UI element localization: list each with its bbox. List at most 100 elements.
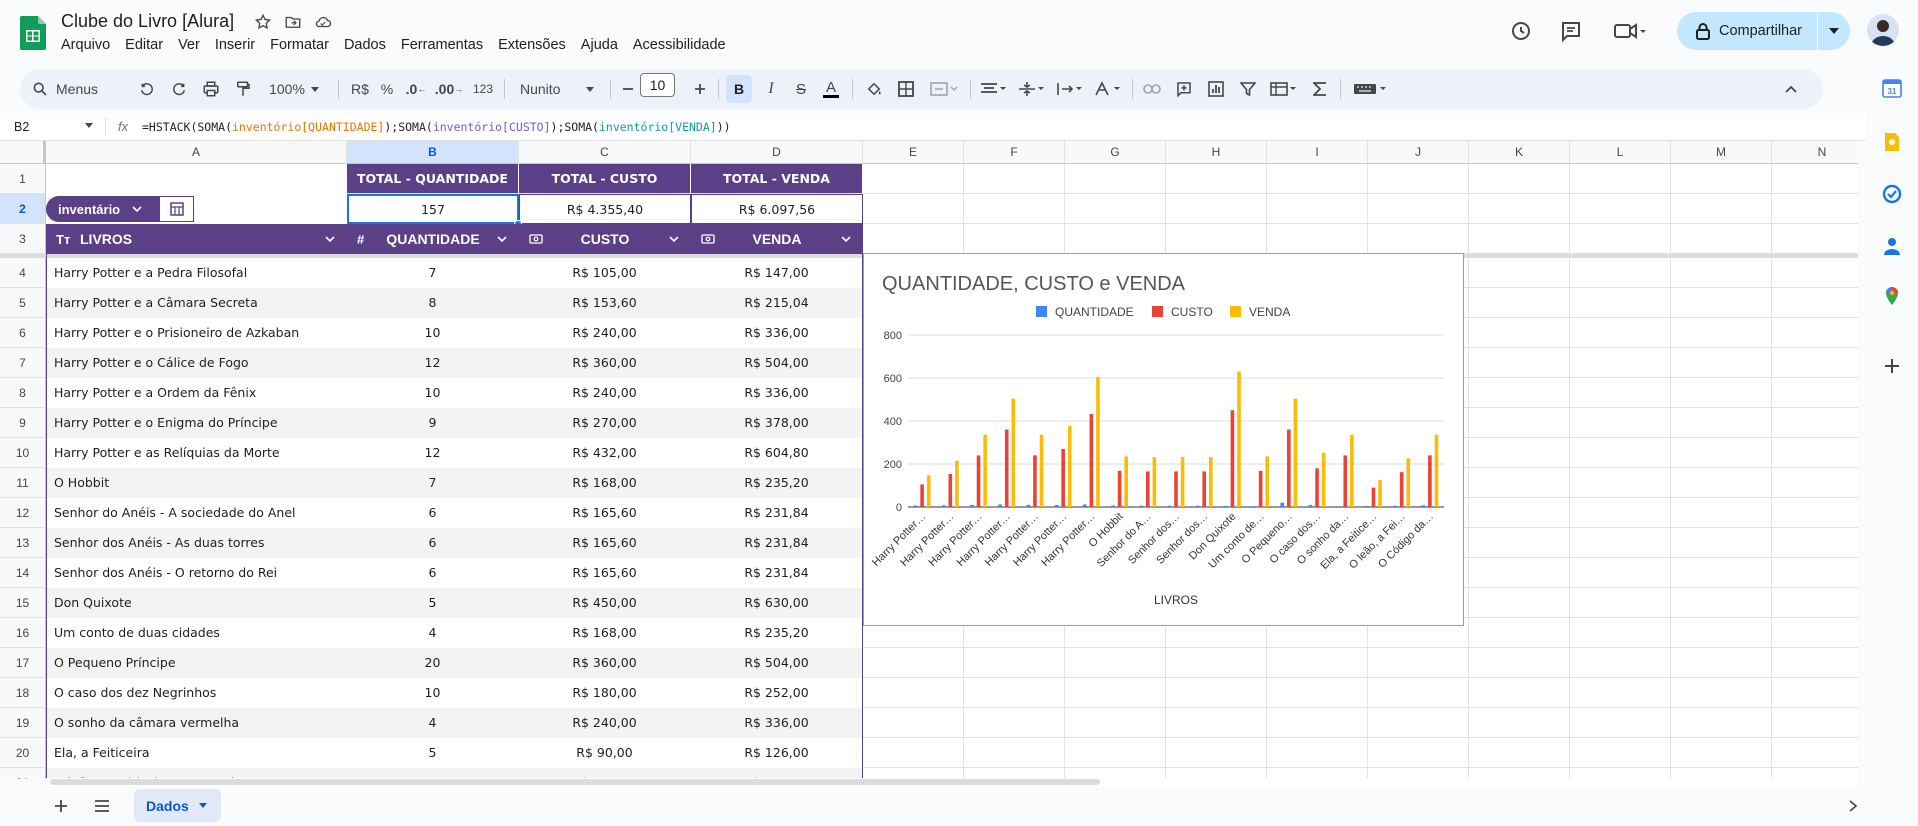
tasks-icon[interactable]: [1882, 184, 1902, 204]
cloud-status-icon[interactable]: [313, 12, 333, 32]
input-tools-icon[interactable]: [1348, 69, 1392, 109]
more-formats-button[interactable]: 123: [470, 69, 496, 109]
value-cell[interactable]: R$ 235,20: [691, 618, 863, 648]
table-header-venda[interactable]: VENDA: [691, 224, 863, 254]
maps-icon[interactable]: [1882, 286, 1902, 306]
book-title-cell[interactable]: Harry Potter e o Cálice de Fogo: [46, 348, 347, 378]
insert-comment-icon[interactable]: [1170, 69, 1198, 109]
book-title-cell[interactable]: Um conto de duas cidades: [46, 618, 347, 648]
select-all-corner[interactable]: [0, 141, 46, 164]
column-menu-chevron-icon[interactable]: [841, 236, 851, 242]
column-menu-chevron-icon[interactable]: [325, 236, 335, 242]
meet-video-icon[interactable]: [1613, 19, 1647, 43]
column-header-n[interactable]: N: [1772, 141, 1858, 164]
book-title-cell[interactable]: Harry Potter e a Câmara Secreta: [46, 288, 347, 318]
row-header-4[interactable]: 4: [0, 258, 46, 288]
value-cell[interactable]: 4: [347, 618, 519, 648]
name-box[interactable]: B2: [14, 120, 29, 134]
value-cell[interactable]: 6: [347, 528, 519, 558]
row-header-3[interactable]: 3: [0, 224, 46, 254]
book-title-cell[interactable]: Ela, a Feiticeira: [46, 738, 347, 768]
totals-value[interactable]: 157: [347, 194, 519, 224]
functions-icon[interactable]: [1306, 69, 1334, 109]
share-dropdown-icon[interactable]: [1818, 28, 1850, 34]
menu-dados[interactable]: Dados: [344, 37, 393, 53]
book-title-cell[interactable]: O Pequeno Príncipe: [46, 648, 347, 678]
text-wrapping-icon[interactable]: [1052, 69, 1088, 109]
value-cell[interactable]: 12: [347, 438, 519, 468]
book-title-cell[interactable]: Harry Potter e a Pedra Filosofal: [46, 258, 347, 288]
value-cell[interactable]: R$ 168,00: [519, 618, 691, 648]
contacts-icon[interactable]: [1882, 236, 1902, 256]
text-rotation-icon[interactable]: [1090, 69, 1126, 109]
row-header-12[interactable]: 12: [0, 498, 46, 528]
comments-icon[interactable]: [1559, 19, 1583, 43]
expand-right-icon[interactable]: [1848, 800, 1858, 812]
column-header-j[interactable]: J: [1368, 141, 1469, 164]
menu-ferramentas[interactable]: Ferramentas: [401, 37, 490, 53]
value-cell[interactable]: R$ 604,80: [691, 438, 863, 468]
menu-ver[interactable]: Ver: [178, 37, 207, 53]
document-title[interactable]: Clube do Livro [Alura]: [61, 11, 234, 32]
book-title-cell[interactable]: Senhor dos Anéis - O retorno do Rei: [46, 558, 347, 588]
name-box-dropdown-icon[interactable]: [85, 123, 93, 128]
value-cell[interactable]: R$ 105,00: [519, 258, 691, 288]
fill-color-icon[interactable]: [860, 69, 888, 109]
value-cell[interactable]: 9: [347, 408, 519, 438]
menu-extensoes[interactable]: Extensões: [498, 37, 573, 53]
add-sheet-icon[interactable]: [54, 799, 68, 813]
row-header-13[interactable]: 13: [0, 528, 46, 558]
row-header-14[interactable]: 14: [0, 558, 46, 588]
move-folder-icon[interactable]: [283, 12, 303, 32]
book-title-cell[interactable]: Harry Potter e o Prisioneiro de Azkaban: [46, 318, 347, 348]
avatar[interactable]: [1867, 14, 1899, 46]
book-title-cell[interactable]: Harry Potter e as Relíquias da Morte: [46, 438, 347, 468]
bold-button[interactable]: B: [726, 75, 752, 103]
row-header-15[interactable]: 15: [0, 588, 46, 618]
font-select[interactable]: Nunito: [512, 69, 602, 109]
value-cell[interactable]: 6: [347, 558, 519, 588]
value-cell[interactable]: R$ 360,00: [519, 348, 691, 378]
table-options-icon[interactable]: [160, 196, 194, 222]
value-cell[interactable]: R$ 270,00: [519, 408, 691, 438]
column-header-e[interactable]: E: [863, 141, 964, 164]
value-cell[interactable]: R$ 231,84: [691, 528, 863, 558]
column-header-l[interactable]: L: [1570, 141, 1671, 164]
row-header-1[interactable]: 1: [0, 164, 46, 194]
menu-inserir[interactable]: Inserir: [215, 37, 262, 53]
book-title-cell[interactable]: O Hobbit: [46, 468, 347, 498]
row-header-20[interactable]: 20: [0, 738, 46, 768]
column-header-m[interactable]: M: [1671, 141, 1772, 164]
row-header-16[interactable]: 16: [0, 618, 46, 648]
font-size-input[interactable]: 10: [640, 73, 675, 97]
book-title-cell[interactable]: Don Quixote: [46, 588, 347, 618]
column-header-c[interactable]: C: [519, 141, 691, 164]
row-header-18[interactable]: 18: [0, 678, 46, 708]
value-cell[interactable]: 7: [347, 258, 519, 288]
table-header-livros[interactable]: Tт LIVROS: [46, 224, 347, 254]
menu-search[interactable]: Menus: [32, 69, 132, 109]
value-cell[interactable]: R$ 180,00: [519, 678, 691, 708]
filter-icon[interactable]: [1234, 69, 1262, 109]
value-cell[interactable]: R$ 336,00: [691, 318, 863, 348]
chart[interactable]: QUANTIDADE, CUSTO e VENDA QUANTIDADE CUSTO…: [863, 253, 1464, 626]
formula-input[interactable]: =HSTACK(SOMA(inventório[QUANTIDADE]);SOM…: [142, 120, 731, 134]
text-color-button[interactable]: A: [818, 69, 844, 109]
add-addon-icon[interactable]: [1882, 356, 1902, 376]
column-header-f[interactable]: F: [964, 141, 1065, 164]
column-header-g[interactable]: G: [1065, 141, 1166, 164]
value-cell[interactable]: R$ 240,00: [519, 378, 691, 408]
value-cell[interactable]: R$ 231,84: [691, 558, 863, 588]
value-cell[interactable]: R$ 240,00: [519, 318, 691, 348]
value-cell[interactable]: 12: [347, 348, 519, 378]
horizontal-align-icon[interactable]: [976, 69, 1012, 109]
value-cell[interactable]: R$ 90,00: [519, 738, 691, 768]
value-cell[interactable]: 6: [347, 498, 519, 528]
zoom-select[interactable]: 100%: [260, 69, 328, 109]
book-title-cell[interactable]: Senhor dos Anéis - As duas torres: [46, 528, 347, 558]
insert-link-icon[interactable]: [1138, 69, 1166, 109]
filter-views-icon[interactable]: [1266, 69, 1302, 109]
strikethrough-button[interactable]: S: [788, 69, 814, 109]
currency-format-button[interactable]: R$: [346, 69, 374, 109]
value-cell[interactable]: R$ 336,00: [691, 378, 863, 408]
